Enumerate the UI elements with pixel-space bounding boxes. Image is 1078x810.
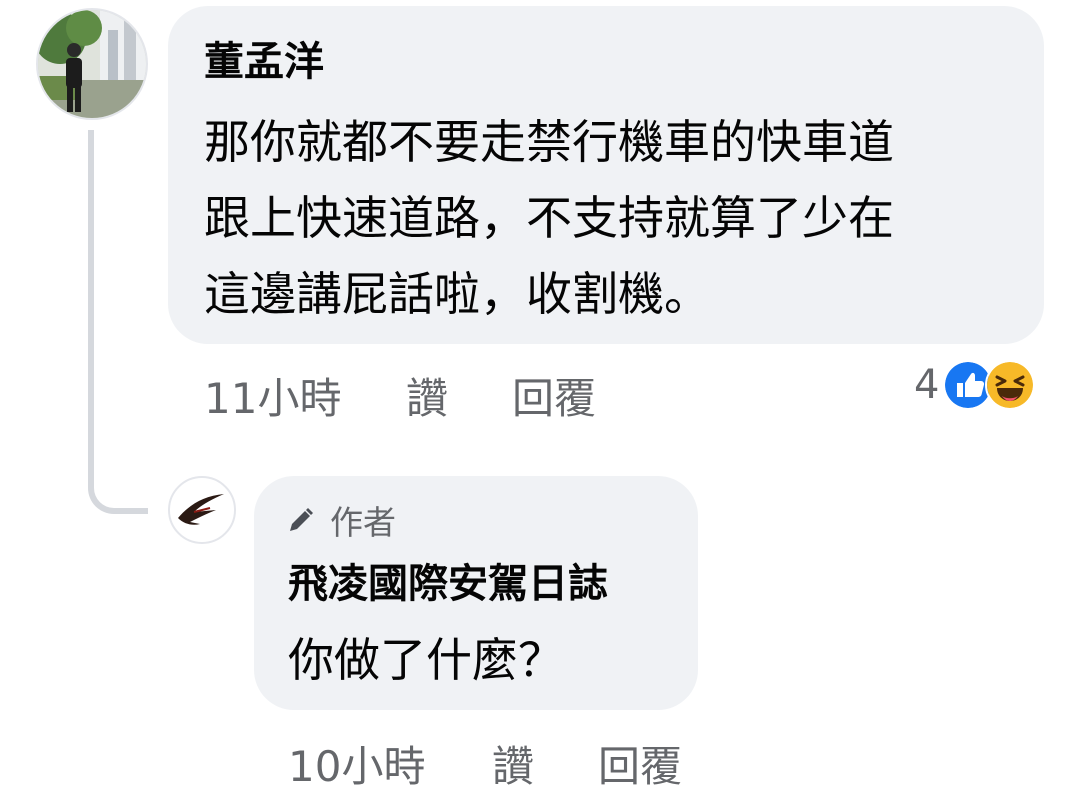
reply-button[interactable]: 回覆 — [512, 374, 596, 424]
avatar-photo — [38, 10, 146, 118]
commenter-avatar[interactable] — [36, 8, 148, 120]
comment-text-line: 跟上快速道路，不支持就算了少在 — [204, 191, 894, 245]
reply-timestamp[interactable]: 10小時 — [288, 742, 425, 792]
reply-author-name[interactable]: 飛凌國際安駕日誌 — [288, 560, 608, 608]
comment-timestamp[interactable]: 11小時 — [204, 374, 341, 424]
author-badge: 作者 — [286, 500, 396, 542]
bird-logo-icon — [178, 494, 224, 525]
author-badge-label: 作者 — [330, 503, 396, 542]
reply-like-button[interactable]: 讚 — [492, 742, 534, 792]
like-button[interactable]: 讚 — [406, 374, 448, 424]
comment-author-name[interactable]: 董孟洋 — [204, 38, 324, 86]
reaction-count: 4 — [914, 362, 940, 408]
comment-text-line: 這邊講屁話啦，收割機。 — [204, 267, 710, 321]
page-avatar[interactable] — [168, 476, 236, 544]
reply-reply-button[interactable]: 回覆 — [598, 742, 682, 792]
reaction-summary[interactable]: 4 — [914, 360, 1036, 410]
comment-text-line: 那你就都不要走禁行機車的快車道 — [204, 115, 894, 169]
reply-text: 你做了什麼？ — [288, 633, 564, 687]
thread-connector-line — [88, 130, 148, 514]
haha-icon — [985, 360, 1036, 410]
pencil-icon — [290, 508, 313, 531]
